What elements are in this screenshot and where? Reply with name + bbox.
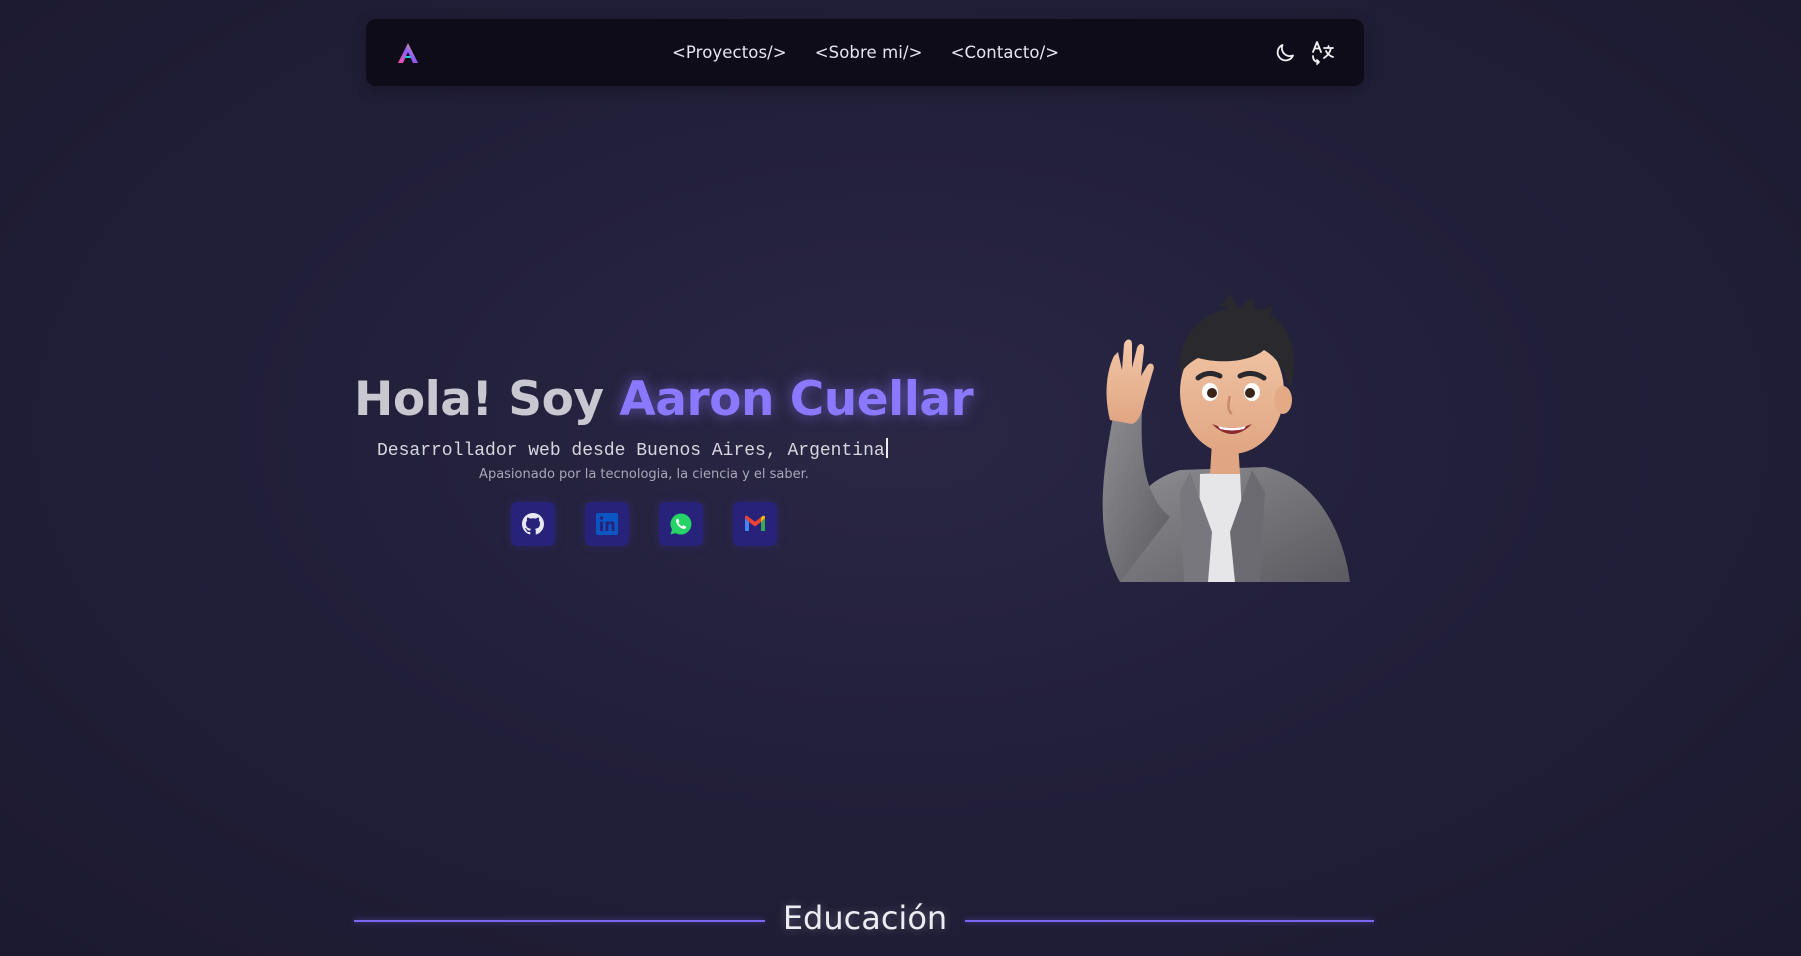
hero-subtitle-text: Desarrollador web desde Buenos Aires, Ar… [377,441,885,461]
linkedin-icon[interactable] [585,502,629,546]
whatsapp-icon[interactable] [659,502,703,546]
nav-links: <Proyectos/> <Sobre mi/> <Contacto/> [672,19,1059,86]
hero-title: Hola! Soy Aaron Cuellar [354,372,974,427]
hero-subtitle: Desarrollador web desde Buenos Aires, Ar… [377,438,888,461]
nav-link-contacto[interactable]: <Contacto/> [951,43,1060,62]
hero-greeting: Hola! Soy [354,372,620,427]
section-divider-right [965,920,1374,922]
translate-icon[interactable] [1310,40,1336,66]
nav-icons [1272,40,1336,66]
section-title-educacion: Educación [782,899,948,937]
nav-link-sobre-mi[interactable]: <Sobre mi/> [815,43,923,62]
typing-cursor [885,438,888,458]
social-links [511,502,777,546]
moon-icon[interactable] [1272,40,1298,66]
github-icon[interactable] [511,502,555,546]
logo-a-icon[interactable] [396,41,420,65]
navbar: <Proyectos/> <Sobre mi/> <Contacto/> [366,19,1364,86]
avatar-illustration [1102,294,1350,582]
hero-name: Aaron Cuellar [619,372,974,427]
nav-link-proyectos[interactable]: <Proyectos/> [672,43,787,62]
hero-tagline: Apasionado por la tecnologia, la ciencia… [479,467,809,482]
gmail-icon[interactable] [733,502,777,546]
section-divider-left [354,920,765,922]
